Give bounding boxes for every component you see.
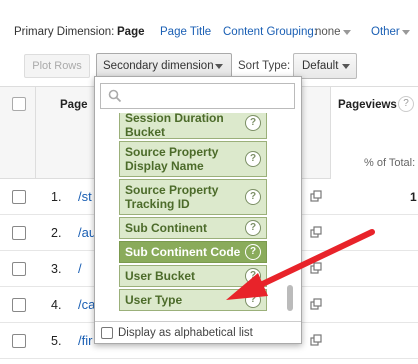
row-number: 3. — [51, 262, 62, 276]
chevron-down-icon — [342, 64, 350, 69]
row-checkbox[interactable] — [12, 334, 26, 348]
external-link-icon[interactable] — [310, 226, 322, 238]
help-icon[interactable]: ? — [245, 220, 261, 236]
help-icon[interactable]: ? — [245, 151, 261, 167]
row-checkbox[interactable] — [12, 262, 26, 276]
select-all-checkbox[interactable] — [12, 97, 26, 111]
primary-dimension-label: Primary Dimension: — [14, 26, 115, 38]
plot-rows-button[interactable]: Plot Rows — [24, 54, 90, 78]
row-number: 1. — [51, 190, 62, 204]
external-link-icon[interactable] — [310, 190, 322, 202]
help-icon[interactable]: ? — [245, 244, 261, 260]
row-number: 2. — [51, 226, 62, 240]
page-link[interactable]: /ca — [78, 297, 95, 312]
dimension-item[interactable]: User Type ? — [119, 289, 267, 311]
dimension-item-selected[interactable]: Sub Continent Code ? — [119, 241, 267, 263]
alphabetical-checkbox[interactable] — [101, 327, 113, 339]
dimension-item[interactable]: Source Property Display Name ? — [119, 141, 267, 177]
select-all-cell — [0, 87, 36, 179]
help-icon[interactable]: ? — [245, 292, 261, 308]
dropdown-scrollbar[interactable] — [287, 285, 293, 311]
percent-of-total: % of Total: — [364, 157, 416, 169]
dimension-content-grouping[interactable]: Content Grouping: — [223, 26, 317, 38]
dimension-item-label: User Type — [125, 293, 183, 307]
pageviews-value: 1 — [410, 190, 417, 204]
chevron-down-icon[interactable] — [402, 30, 410, 35]
dimension-search-input[interactable] — [100, 83, 295, 109]
secondary-dimension-dropdown: Session Duration Bucket ? Source Propert… — [94, 76, 302, 344]
dimension-bar: Primary Dimension: Page Page Title Conte… — [0, 0, 418, 48]
secondary-dimension-label: Secondary dimension — [103, 60, 214, 72]
dimension-item-label: Session Duration Bucket — [125, 113, 224, 139]
chevron-down-icon — [215, 64, 223, 69]
dimension-item[interactable]: Sub Continent ? — [119, 217, 267, 239]
dimension-item-label: Sub Continent — [125, 221, 207, 235]
external-link-icon[interactable] — [310, 298, 322, 310]
sort-type-label: Sort Type: — [238, 60, 291, 72]
page-link[interactable]: / — [78, 261, 82, 276]
dimension-item[interactable]: Source Property Tracking ID ? — [119, 179, 267, 215]
row-checkbox[interactable] — [12, 298, 26, 312]
help-icon[interactable]: ? — [245, 189, 261, 205]
dimension-item-label: Source Property Tracking ID — [125, 183, 219, 211]
page-column-title[interactable]: Page — [60, 99, 88, 111]
external-link-icon[interactable] — [310, 262, 322, 274]
dimension-other[interactable]: Other — [371, 26, 400, 38]
help-icon[interactable]: ? — [398, 96, 414, 112]
sort-type-value: Default — [302, 60, 339, 72]
row-checkbox[interactable] — [12, 190, 26, 204]
row-number: 5. — [51, 334, 62, 348]
dimension-page-title[interactable]: Page Title — [160, 26, 211, 38]
help-icon[interactable]: ? — [245, 268, 261, 284]
alphabetical-label[interactable]: Display as alphabetical list — [118, 327, 253, 339]
row-checkbox[interactable] — [12, 226, 26, 240]
external-link-icon[interactable] — [310, 334, 322, 346]
page-link[interactable]: /fir — [78, 333, 92, 348]
dimension-item[interactable]: User Bucket ? — [119, 265, 267, 287]
sort-type-select[interactable]: Default — [293, 53, 357, 79]
page-link[interactable]: /st — [78, 189, 92, 204]
row-number: 4. — [51, 298, 62, 312]
dropdown-footer: Display as alphabetical list — [95, 321, 301, 343]
pageviews-column-title[interactable]: Pageviews — [338, 99, 397, 111]
dimension-item-label: Source Property Display Name — [125, 145, 219, 173]
dimension-item[interactable]: Session Duration Bucket ? — [119, 113, 267, 139]
content-grouping-value[interactable]: none — [315, 26, 341, 38]
help-icon[interactable]: ? — [245, 115, 261, 131]
dimension-page[interactable]: Page — [117, 26, 145, 38]
search-icon — [108, 89, 122, 103]
dimension-item-label: User Bucket — [125, 269, 196, 283]
chevron-down-icon[interactable] — [343, 30, 351, 35]
dimension-list[interactable]: Session Duration Bucket ? Source Propert… — [95, 113, 301, 315]
dimension-item-label: Sub Continent Code — [125, 245, 241, 259]
